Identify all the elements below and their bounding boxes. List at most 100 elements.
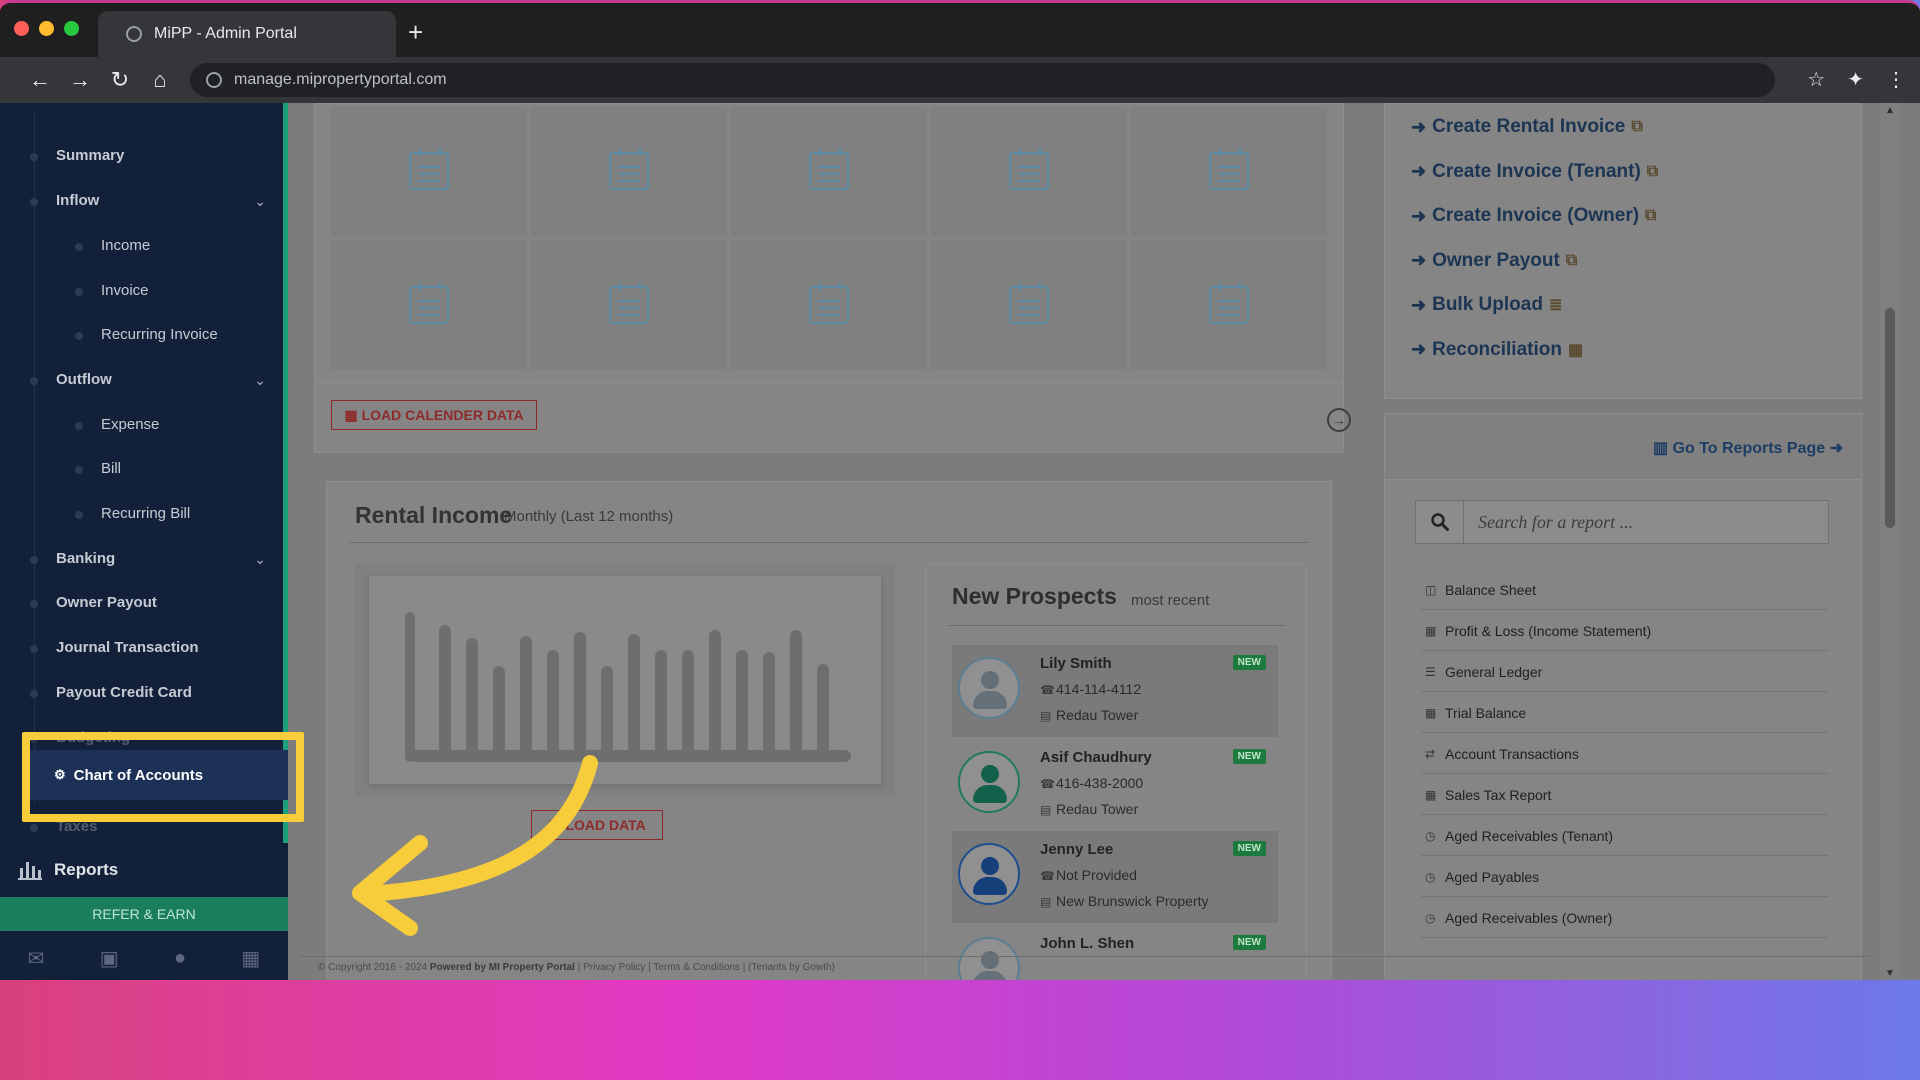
quick-link-reconciliation[interactable]: ➜Reconciliation▦ xyxy=(1411,339,1583,361)
sidebar-item-reports[interactable]: Reports xyxy=(18,860,118,880)
report-link[interactable]: ▦Sales Tax Report xyxy=(1421,775,1829,815)
arrow-right-icon: ➜ xyxy=(1411,117,1426,138)
report-link[interactable]: ◷Aged Receivables (Tenant) xyxy=(1421,816,1829,856)
calendar-cell xyxy=(531,106,727,236)
browser-tab[interactable]: MiPP - Admin Portal xyxy=(98,11,396,57)
arrow-right-icon: ➜ xyxy=(1411,250,1426,271)
powered-by-link[interactable]: Powered by MI Property Portal xyxy=(430,962,575,973)
report-link[interactable]: ◫Balance Sheet xyxy=(1421,570,1829,610)
prospect-item[interactable]: Asif Chaudhury ☎416-438-2000 ▤Redau Towe… xyxy=(952,739,1278,831)
page-scrollbar[interactable]: ▲ ▼ xyxy=(1880,103,1900,980)
reload-button[interactable]: ↻ xyxy=(100,67,140,93)
highlight-box xyxy=(22,732,304,822)
sidebar-item-invoice[interactable]: Invoice xyxy=(101,282,281,299)
report-link[interactable]: ◷Aged Receivables (Owner) xyxy=(1421,898,1829,938)
copy-icon: ⧉ xyxy=(1631,118,1642,136)
quick-link-create-rental-invoice[interactable]: ➜Create Rental Invoice⧉ xyxy=(1411,116,1643,138)
report-link[interactable]: ◷Aged Payables xyxy=(1421,857,1829,897)
user-icon[interactable]: ● xyxy=(174,947,186,970)
quick-link-label: Create Invoice (Owner) xyxy=(1432,205,1639,227)
sidebar-item-recurring-bill[interactable]: Recurring Bill xyxy=(101,505,281,522)
arrow-right-icon: ➜ xyxy=(1411,295,1426,316)
chevron-down-icon[interactable]: ⌄ xyxy=(254,372,266,389)
building-icon: ▤ xyxy=(1040,709,1056,723)
report-link[interactable]: ▦Trial Balance xyxy=(1421,693,1829,733)
scroll-down-icon[interactable]: ▼ xyxy=(1885,968,1895,979)
sidebar-item-owner-payout[interactable]: Owner Payout xyxy=(56,594,281,611)
sidebar-bullet xyxy=(75,422,83,430)
calendar-icon xyxy=(609,286,649,324)
sidebar-item-banking[interactable]: Banking xyxy=(56,550,281,567)
report-label: Account Transactions xyxy=(1445,746,1579,762)
home-button[interactable]: ⌂ xyxy=(140,67,180,93)
prospect-item[interactable]: Jenny Lee ☎Not Provided ▤New Brunswick P… xyxy=(952,831,1278,923)
search-input[interactable] xyxy=(1464,501,1828,543)
refer-and-earn-button[interactable]: REFER & EARN xyxy=(0,897,288,931)
arrow-right-icon: ➜ xyxy=(1411,206,1426,227)
report-link[interactable]: ⇄Account Transactions xyxy=(1421,734,1829,774)
site-info-icon[interactable] xyxy=(206,72,222,88)
avatar xyxy=(958,843,1020,905)
minimize-window-button[interactable] xyxy=(39,21,54,36)
forward-button[interactable]: → xyxy=(60,67,100,93)
placeholder-bar xyxy=(736,650,748,750)
quick-link-bulk-upload[interactable]: ➜Bulk Upload≣ xyxy=(1411,294,1562,316)
go-to-reports-link[interactable]: ▥ Go To Reports Page ➜ xyxy=(1653,438,1843,458)
scrollbar-thumb[interactable] xyxy=(1885,308,1895,528)
calendar-icon xyxy=(1009,286,1049,324)
prospects-title: New Prospects xyxy=(952,583,1117,610)
report-label: Aged Receivables (Tenant) xyxy=(1445,828,1613,844)
menu-icon[interactable]: ⋮ xyxy=(1886,67,1906,92)
sidebar-bullet xyxy=(75,243,83,251)
quick-link-create-invoice-owner[interactable]: ➜Create Invoice (Owner)⧉ xyxy=(1411,205,1656,227)
scroll-up-icon[interactable]: ▲ xyxy=(1885,105,1895,116)
placeholder-bar xyxy=(763,652,775,750)
page-viewport: SummaryInflow⌄IncomeInvoiceRecurring Inv… xyxy=(0,103,1920,980)
copy-icon: ⧉ xyxy=(1647,163,1658,181)
sidebar-bullet xyxy=(30,690,38,698)
sidebar-item-expense[interactable]: Expense xyxy=(101,416,281,433)
database-icon: ≣ xyxy=(1549,295,1562,315)
search-icon[interactable] xyxy=(1416,501,1464,543)
sidebar-item-recurring-invoice[interactable]: Recurring Invoice xyxy=(101,326,281,343)
load-calendar-data-button[interactable]: ▦ LOAD CALENDER DATA xyxy=(331,400,537,430)
sidebar-bullet xyxy=(75,332,83,340)
clock-icon: ◷ xyxy=(1425,911,1439,925)
avatar xyxy=(958,657,1020,719)
sidebar-item-journal-transaction[interactable]: Journal Transaction xyxy=(56,639,281,656)
prospects-subtitle: most recent xyxy=(1131,592,1209,609)
circle-arrow-right-icon[interactable]: → xyxy=(1327,408,1351,432)
calculator-icon[interactable]: ▦ xyxy=(241,946,260,971)
address-bar[interactable]: manage.mipropertyportal.com xyxy=(190,63,1775,97)
calculator-icon: ▦ xyxy=(1568,340,1583,360)
placeholder-bar xyxy=(574,632,586,750)
sidebar-item-payout-credit-card[interactable]: Payout Credit Card xyxy=(56,684,281,701)
report-link[interactable]: ▦Profit & Loss (Income Statement) xyxy=(1421,611,1829,651)
calendar-cell xyxy=(1131,106,1327,236)
report-link[interactable]: ☰General Ledger xyxy=(1421,652,1829,692)
close-window-button[interactable] xyxy=(14,21,29,36)
sidebar-item-summary[interactable]: Summary xyxy=(56,147,281,164)
back-button[interactable]: ← xyxy=(20,67,60,93)
url-text: manage.mipropertyportal.com xyxy=(234,71,447,89)
prospect-phone: 416-438-2000 xyxy=(1056,775,1143,791)
new-badge: NEW xyxy=(1233,749,1266,764)
briefcase-icon[interactable]: ▣ xyxy=(100,946,119,971)
prospect-item[interactable]: Lily Smith ☎414-114-4112 ▤Redau Tower NE… xyxy=(952,645,1278,737)
sidebar-item-outflow[interactable]: Outflow xyxy=(56,371,281,388)
maximize-window-button[interactable] xyxy=(64,21,79,36)
bookmark-star-icon[interactable]: ☆ xyxy=(1807,67,1825,92)
arrow-right-icon: ➜ xyxy=(1411,161,1426,182)
footer-links[interactable]: | Privacy Policy | Terms & Conditions | xyxy=(578,962,746,973)
sidebar-item-bill[interactable]: Bill xyxy=(101,460,281,477)
sidebar-item-inflow[interactable]: Inflow xyxy=(56,192,281,209)
envelope-icon[interactable]: ✉ xyxy=(28,946,45,971)
chevron-down-icon[interactable]: ⌄ xyxy=(254,193,266,210)
chevron-down-icon[interactable]: ⌄ xyxy=(254,551,266,568)
new-tab-button[interactable]: + xyxy=(408,19,423,45)
quick-link-owner-payout[interactable]: ➜Owner Payout⧉ xyxy=(1411,250,1577,272)
quick-link-create-invoice-tenant[interactable]: ➜Create Invoice (Tenant)⧉ xyxy=(1411,161,1658,183)
sidebar-item-income[interactable]: Income xyxy=(101,237,281,254)
extensions-icon[interactable]: ✦ xyxy=(1847,67,1864,92)
pointer-arrow-icon xyxy=(340,743,610,943)
